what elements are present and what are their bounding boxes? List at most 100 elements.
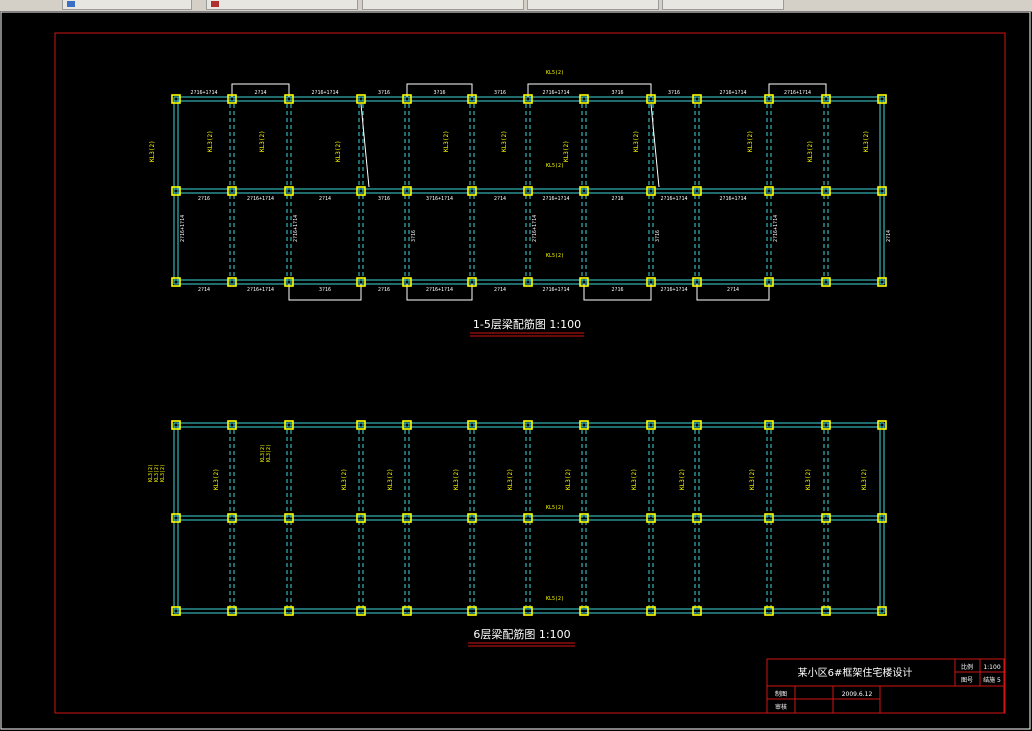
column	[171, 513, 181, 523]
beam-rebar-label: 2?16+1?14	[426, 287, 453, 293]
taskbar-button-2[interactable]	[206, 0, 358, 10]
kl-tag: KL3(2)	[679, 468, 686, 490]
kl-tag: KL3(2)	[633, 130, 640, 152]
beam-rebar-label: 3?16	[494, 90, 506, 96]
column	[467, 513, 477, 523]
kl-tag: KL3(2)	[160, 464, 166, 482]
sheet-label: 图号	[961, 677, 973, 684]
beam-rebar-label: 2?16	[198, 196, 210, 202]
beam-rebar-label: 3?16	[411, 230, 417, 242]
column	[692, 94, 702, 104]
scale-label: 比例	[961, 663, 973, 671]
kl-tag: KL3(2)	[631, 468, 638, 490]
kl-tag: KL3(2)	[443, 130, 450, 152]
kl-tag: KL3(2)	[335, 140, 342, 162]
column	[821, 606, 831, 616]
beam-rebar-label: 3?16	[668, 90, 680, 96]
kl-tag: KL3(2)	[259, 130, 266, 152]
column	[171, 606, 181, 616]
secondary-beam	[650, 103, 660, 188]
beam-rebar-label: 3?16	[433, 90, 445, 96]
column	[877, 186, 887, 196]
column	[877, 606, 887, 616]
column	[284, 513, 294, 523]
column	[579, 513, 589, 523]
kl-tag: KL3(2)	[805, 468, 812, 490]
column	[171, 277, 181, 287]
kl-tag: KL3(2)	[565, 468, 572, 490]
beam-rebar-label: 2?16+1?14	[660, 287, 687, 293]
column	[692, 606, 702, 616]
column	[467, 606, 477, 616]
column	[764, 186, 774, 196]
kl-tag: KL3(2)	[863, 130, 870, 152]
kl-tag: KL3(2)	[149, 140, 156, 162]
column	[646, 420, 656, 430]
column	[227, 513, 237, 523]
beam-rebar-label: 2?16+1?14	[532, 215, 538, 242]
beam-rebar-label: 2?16+1?14	[311, 90, 338, 96]
column	[692, 420, 702, 430]
column	[821, 186, 831, 196]
column	[877, 94, 887, 104]
kl-tag: KL3(2)	[453, 468, 460, 490]
beam-rebar-label: 2?16+1?14	[190, 90, 217, 96]
beam-rebar-label: 3?16+1?14	[426, 196, 453, 202]
beam-rebar-label: 2?16+1?14	[660, 196, 687, 202]
kl-tag: KL5(2)	[546, 253, 564, 259]
column	[356, 186, 366, 196]
column	[284, 420, 294, 430]
column	[579, 606, 589, 616]
column	[877, 420, 887, 430]
drawing-date: 2009.6.12	[842, 691, 873, 698]
column	[171, 94, 181, 104]
beam-rebar-label: 2?16	[611, 287, 623, 293]
drawing-title-floor-6: 6层梁配筋图 1:100	[473, 627, 570, 641]
cad-drawing-canvas[interactable]: 2?16+1?14 2?16 2?14 2?14 2?16+1?14 2?16+1?14 2…	[0, 12, 1032, 731]
taskbar-button-5[interactable]	[662, 0, 784, 10]
beam-rebar-label: 2?14	[494, 196, 506, 202]
taskbar	[0, 0, 1032, 12]
taskbar-button-3[interactable]	[362, 0, 524, 10]
taskbar-button-1[interactable]	[62, 0, 192, 10]
column	[692, 186, 702, 196]
beam-rebar-label: 3?16	[319, 287, 331, 293]
beam-rebar-label: 2?16+1?14	[773, 215, 779, 242]
column	[227, 277, 237, 287]
kl-tag: KL5(2)	[546, 70, 564, 76]
beam-rebar-label: 3?16	[378, 90, 390, 96]
column	[467, 420, 477, 430]
beam-rebar-label: 2?16+1?14	[542, 287, 569, 293]
beam-rebar-label: 2?16+1?14	[719, 196, 746, 202]
kl-tag: KL5(2)	[546, 163, 564, 169]
column	[356, 420, 366, 430]
beam-rebar-label: 2?16	[378, 287, 390, 293]
column	[523, 420, 533, 430]
scale-value: 1:100	[983, 664, 1000, 671]
column	[356, 606, 366, 616]
beam-rebar-label: 2?14	[727, 287, 739, 293]
kl-tag: KL3(2)	[501, 130, 508, 152]
column	[402, 186, 412, 196]
kl-tag: KL3(2)	[861, 468, 868, 490]
column	[523, 277, 533, 287]
beam-rebar-label: 2?14	[198, 287, 210, 293]
beam-rebar-label: 2?16+1?14	[180, 215, 186, 242]
beam-rebar-label: 2?16+1?14	[542, 196, 569, 202]
column	[227, 420, 237, 430]
column	[764, 420, 774, 430]
column	[646, 513, 656, 523]
beam-rebar-label: 2?16+1?14	[784, 90, 811, 96]
column	[356, 94, 366, 104]
beam-rebar-label: 2?16	[611, 196, 623, 202]
column	[402, 420, 412, 430]
column	[523, 606, 533, 616]
drawn-by-label: 制图	[775, 690, 787, 698]
taskbar-button-4[interactable]	[527, 0, 659, 10]
sheet-value: 结施 5	[983, 676, 1001, 684]
column	[821, 277, 831, 287]
kl-tag: KL3(2)	[747, 130, 754, 152]
kl-tag: KL3(2)	[563, 140, 570, 162]
column	[877, 513, 887, 523]
kl-tag: KL3(2)	[749, 468, 756, 490]
